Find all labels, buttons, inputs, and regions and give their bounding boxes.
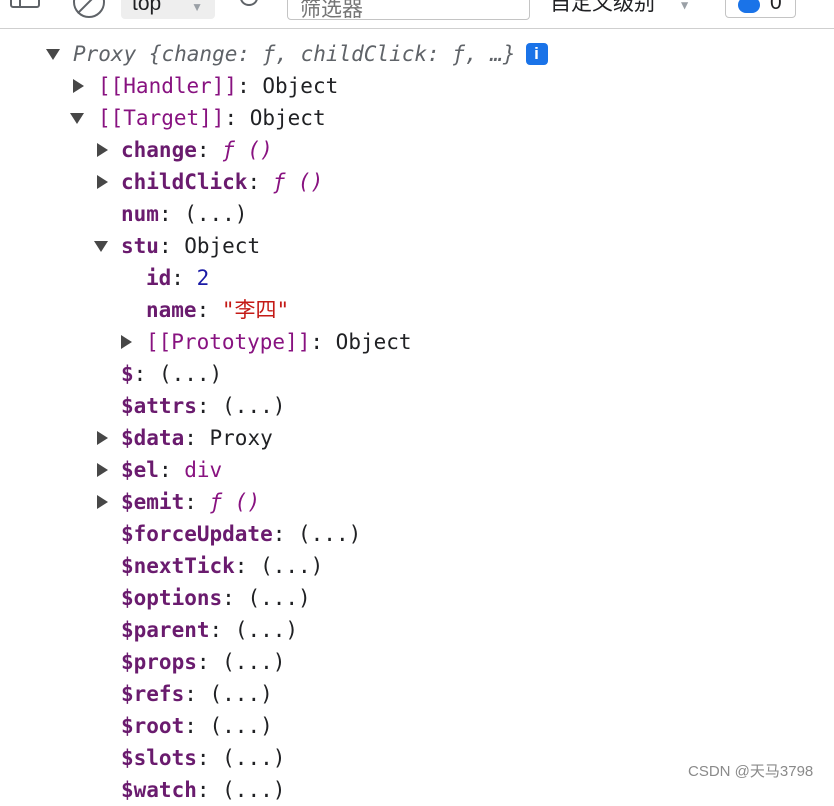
context-selector[interactable]: top ▼ [121, 0, 215, 19]
property-key: $forceUpdate [121, 522, 273, 546]
property-key: $watch [121, 778, 197, 802]
tree-row-parent[interactable]: $parent: (...) [0, 614, 834, 646]
property-key: childClick [121, 170, 248, 194]
tree-row-dollar[interactable]: $: (...) [0, 358, 834, 390]
collapsed-triangle-icon[interactable] [97, 495, 108, 509]
tree-row-stu-name[interactable]: name: "李四" [0, 294, 834, 326]
levels-chevron-down-icon: ▼ [681, 0, 689, 12]
tree-row-stu-id[interactable]: id: 2 [0, 262, 834, 294]
tree-row-forceupdate[interactable]: $forceUpdate: (...) [0, 518, 834, 550]
property-value[interactable]: (...) [222, 650, 285, 674]
tree-row-options[interactable]: $options: (...) [0, 582, 834, 614]
show-sidebar-icon[interactable] [10, 0, 40, 8]
property-value: ƒ () [222, 138, 273, 162]
clear-console-icon[interactable] [73, 0, 105, 18]
property-key: $ [121, 362, 134, 386]
log-levels-label: 自定义级别 [550, 0, 655, 15]
property-key: id [146, 266, 172, 290]
tree-row-data[interactable]: $data: Proxy [0, 422, 834, 454]
console-toolbar: top ▼ 筛选器 自定义级别 ▼ 0 [0, 0, 834, 29]
property-value[interactable]: (...) [260, 554, 323, 578]
property-value[interactable]: (...) [159, 362, 222, 386]
tree-row-childclick[interactable]: childClick: ƒ () [0, 166, 834, 198]
property-key: num [121, 202, 159, 226]
property-key: $parent [121, 618, 210, 642]
property-value: Proxy [209, 426, 273, 450]
collapsed-triangle-icon[interactable] [121, 335, 132, 349]
property-value[interactable]: (...) [184, 202, 247, 226]
collapsed-triangle-icon[interactable] [97, 143, 108, 157]
property-value: Object [249, 106, 326, 130]
property-value[interactable]: (...) [298, 522, 361, 546]
log-levels-dropdown[interactable]: 自定义级别 [550, 0, 655, 17]
tree-row-root-prop[interactable]: $root: (...) [0, 710, 834, 742]
property-key: $props [121, 650, 197, 674]
issues-icon [738, 0, 760, 13]
collapsed-triangle-icon[interactable] [97, 431, 108, 445]
property-key: change [121, 138, 197, 162]
tree-row-el[interactable]: $el: div [0, 454, 834, 486]
tree-row-handler[interactable]: [[Handler]]: Object [0, 70, 834, 102]
property-key: [[Target]] [98, 106, 225, 130]
proxy-summary: Proxy {change: ƒ, childClick: ƒ, …} [73, 42, 516, 66]
expanded-triangle-icon[interactable] [46, 49, 60, 60]
property-key: $slots [121, 746, 197, 770]
property-value: 2 [196, 266, 210, 290]
property-key: $options [121, 586, 223, 610]
collapsed-triangle-icon[interactable] [97, 463, 108, 477]
property-value: div [184, 458, 223, 482]
property-key: [[Prototype]] [146, 330, 311, 354]
live-expression-eye-icon[interactable] [240, 0, 258, 6]
property-key: $nextTick [121, 554, 235, 578]
property-value[interactable]: (...) [235, 618, 298, 642]
property-value: Object [335, 330, 412, 354]
property-key: $refs [121, 682, 185, 706]
filter-placeholder: 筛选器 [300, 0, 363, 21]
issues-count: 0 [770, 0, 782, 14]
property-value[interactable]: (...) [222, 746, 285, 770]
tree-row-change[interactable]: change: ƒ () [0, 134, 834, 166]
csdn-watermark: CSDN @天马3798 [688, 763, 814, 780]
tree-row-props[interactable]: $props: (...) [0, 646, 834, 678]
property-value[interactable]: (...) [222, 394, 285, 418]
info-icon[interactable]: i [525, 43, 548, 65]
property-value[interactable]: (...) [210, 714, 273, 738]
tree-row-num[interactable]: num: (...) [0, 198, 834, 230]
property-key: $root [121, 714, 185, 738]
property-value: ƒ () [272, 170, 324, 194]
tree-row-emit[interactable]: $emit: ƒ () [0, 486, 834, 518]
collapsed-triangle-icon[interactable] [97, 175, 108, 189]
property-key: [[Handler]] [98, 74, 238, 98]
tree-row-stu-prototype[interactable]: [[Prototype]]: Object [0, 326, 834, 358]
property-key: name [146, 298, 197, 322]
tree-row-attrs[interactable]: $attrs: (...) [0, 390, 834, 422]
chevron-down-icon: ▼ [191, 0, 203, 14]
property-key: stu [121, 234, 159, 258]
tree-row-target[interactable]: [[Target]]: Object [0, 102, 834, 134]
object-tree: Proxy {change: ƒ, childClick: ƒ, …} i [[H… [0, 38, 834, 806]
property-value[interactable]: (...) [210, 682, 273, 706]
tree-row-root[interactable]: Proxy {change: ƒ, childClick: ƒ, …} i [0, 38, 834, 70]
expanded-triangle-icon[interactable] [70, 113, 84, 124]
expanded-triangle-icon[interactable] [94, 241, 108, 252]
property-value: "李四" [221, 298, 290, 322]
issues-button[interactable]: 0 [725, 0, 796, 18]
property-value[interactable]: (...) [222, 778, 285, 802]
property-key: $emit [121, 490, 185, 514]
collapsed-triangle-icon[interactable] [73, 79, 84, 93]
filter-input[interactable]: 筛选器 [287, 0, 530, 21]
context-label: top [132, 0, 162, 15]
property-value[interactable]: (...) [247, 586, 310, 610]
tree-row-refs[interactable]: $refs: (...) [0, 678, 834, 710]
property-key: $el [121, 458, 159, 482]
property-value: Object [262, 74, 339, 98]
tree-row-stu[interactable]: stu: Object [0, 230, 834, 262]
property-key: $attrs [121, 394, 197, 418]
tree-row-nexttick[interactable]: $nextTick: (...) [0, 550, 834, 582]
property-key: $data [121, 426, 185, 450]
property-value: ƒ () [209, 490, 261, 514]
property-value: Object [184, 234, 261, 258]
